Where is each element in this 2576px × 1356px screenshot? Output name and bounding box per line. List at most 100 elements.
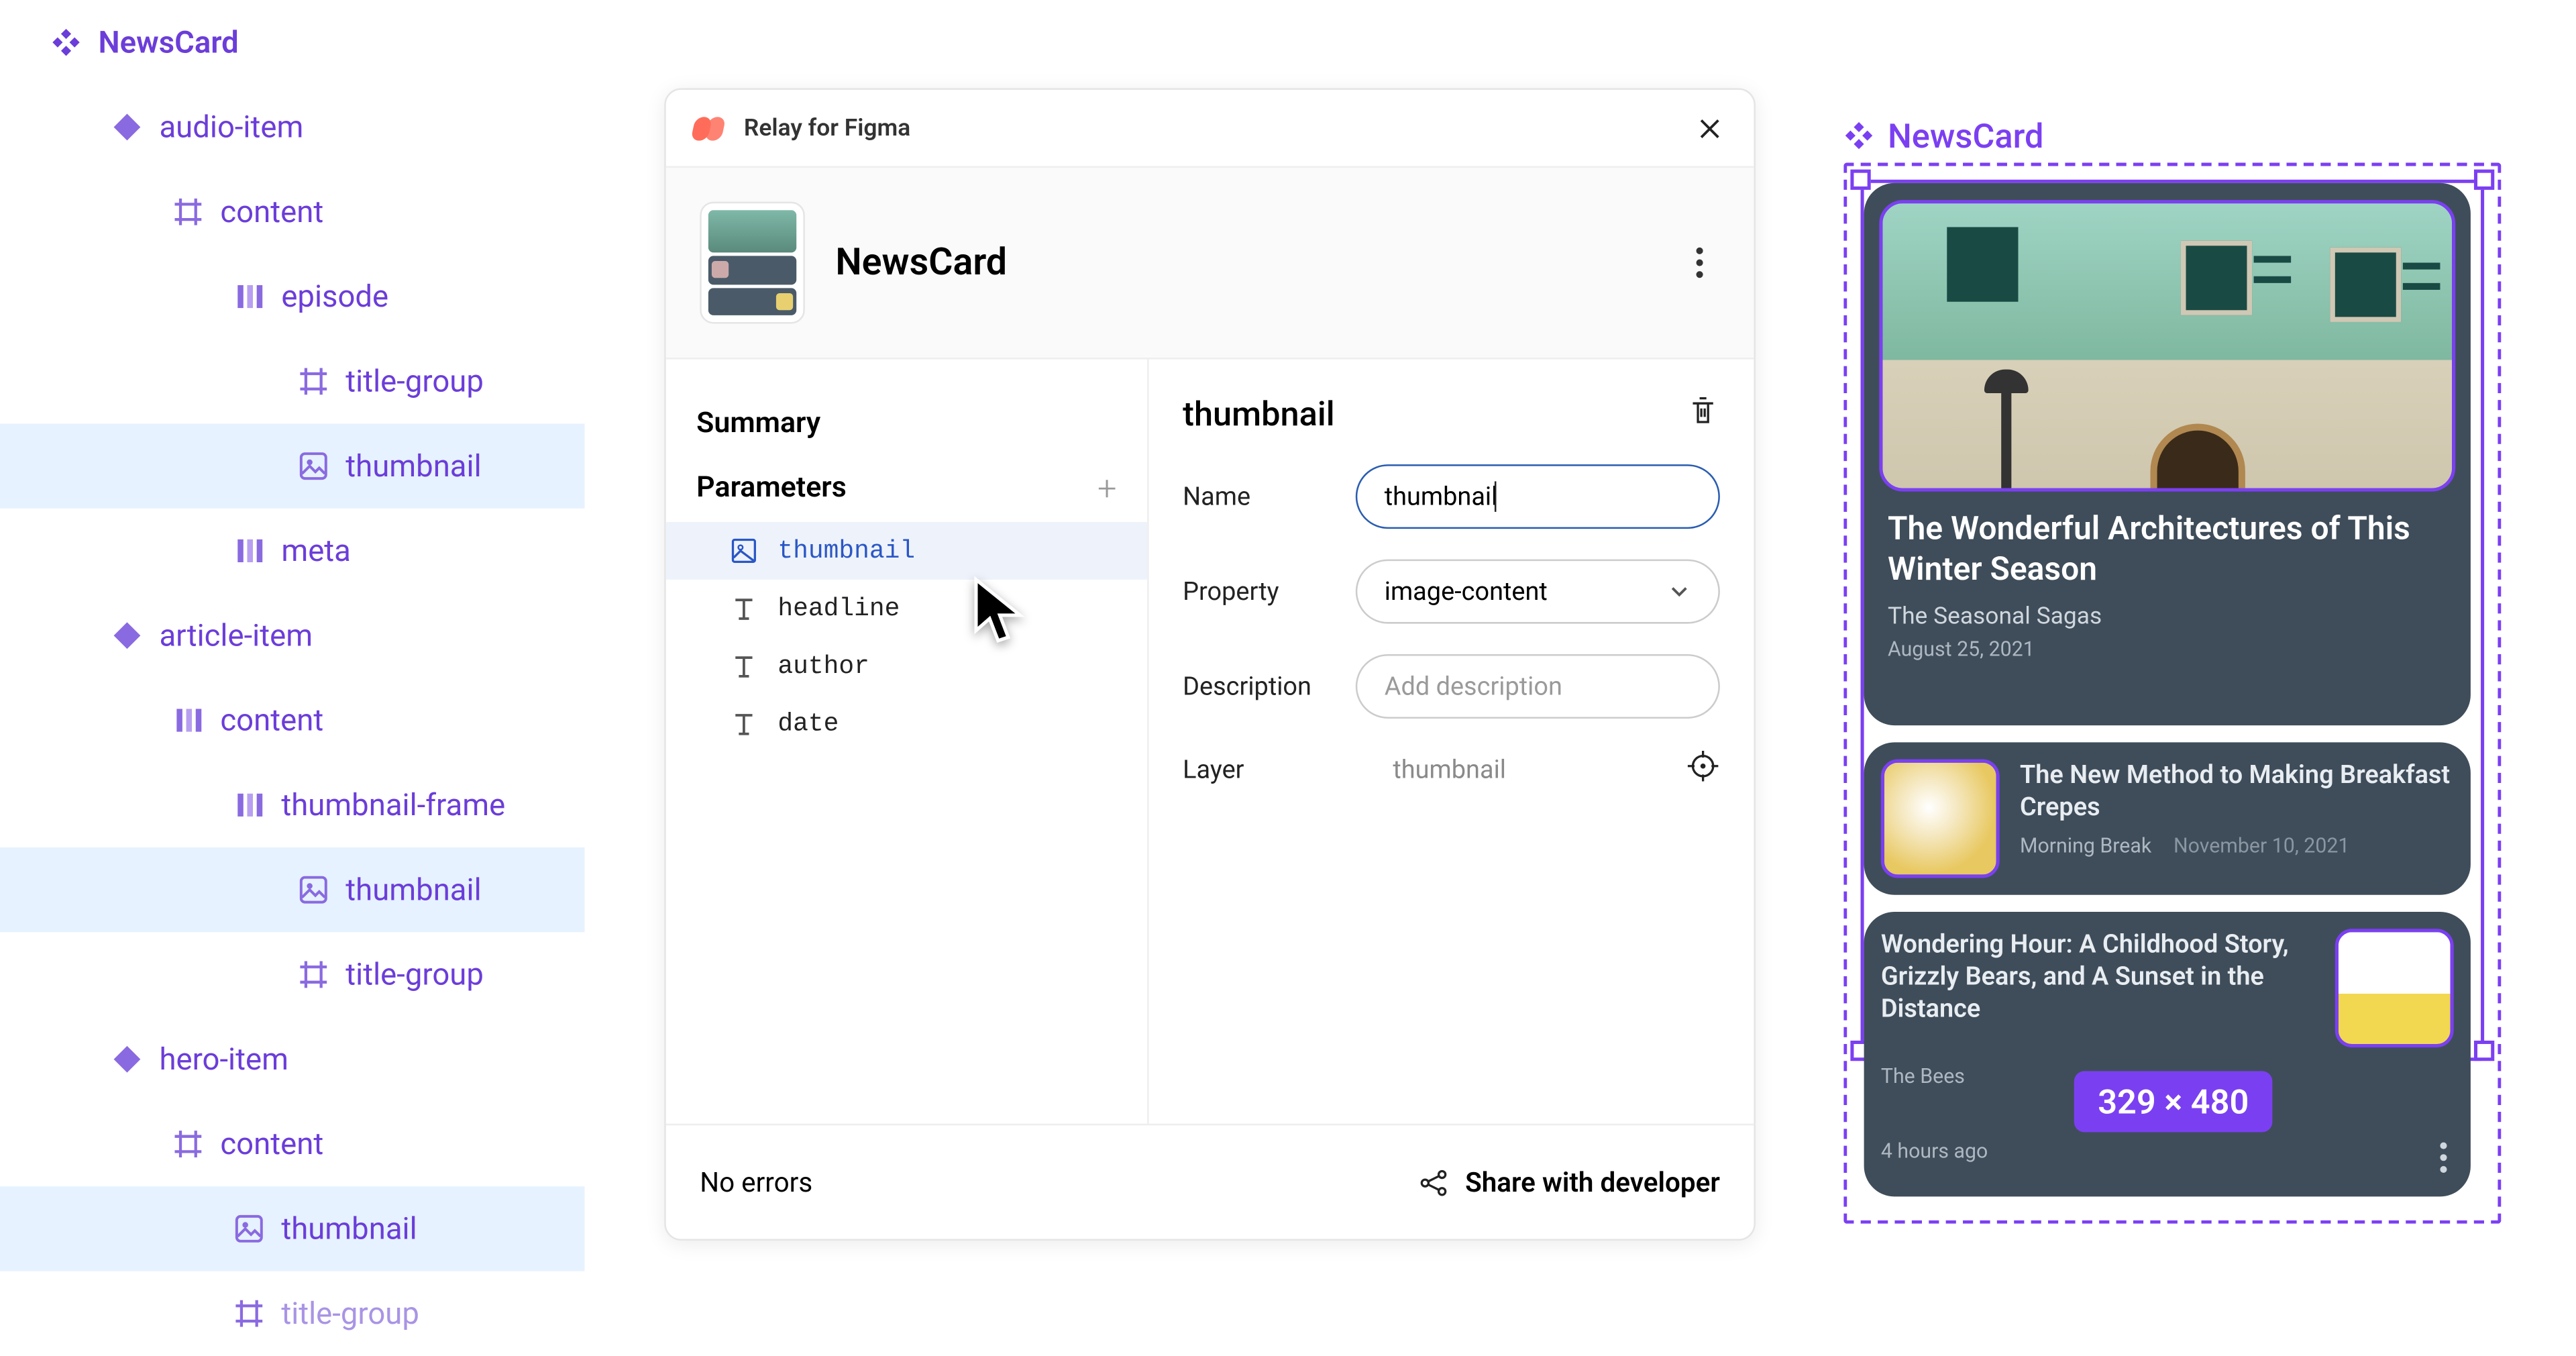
tree-root[interactable]: NewsCard <box>0 0 584 85</box>
param-date[interactable]: date <box>666 695 1147 753</box>
selection-dimensions: 329 × 480 <box>2074 1071 2273 1132</box>
tree-item-article-item[interactable]: article-item <box>0 593 584 678</box>
tree-item-episode[interactable]: episode <box>0 254 584 339</box>
diamond-icon <box>112 621 142 651</box>
parameter-heading: thumbnail <box>1183 393 1335 434</box>
tree-item-meta[interactable]: meta <box>0 509 584 593</box>
summary-tab[interactable]: Summary <box>666 393 1147 454</box>
card-more-button[interactable] <box>2440 1143 2447 1173</box>
component-icon <box>1843 120 1874 150</box>
article-author: Morning Break <box>2020 833 2151 857</box>
audio-headline: Wondering Hour: A Childhood Story, Grizz… <box>1881 929 2298 1024</box>
canvas-artboard: NewsCard The Wonderful Architectures of … <box>1843 115 2501 1224</box>
frame-icon <box>299 959 329 990</box>
share-button[interactable]: Share with developer <box>1417 1166 1720 1198</box>
panel-right-column: thumbnail Name thumbnail Property image-… <box>1149 360 1754 1124</box>
share-label: Share with developer <box>1465 1166 1720 1198</box>
frame-icon <box>173 1129 203 1159</box>
name-input-value: thumbnail <box>1385 481 1498 511</box>
tree-item-audio-item[interactable]: audio-item <box>0 85 584 169</box>
text-icon <box>731 710 757 737</box>
description-placeholder: Add description <box>1385 671 1562 701</box>
tree-item-title-group[interactable]: title-group <box>0 339 584 423</box>
dots-icon <box>234 535 264 566</box>
audio-card[interactable]: Wondering Hour: A Childhood Story, Grizz… <box>1864 912 2471 1196</box>
frame-icon <box>173 197 203 227</box>
image-icon <box>299 874 329 904</box>
tree-item-title-group[interactable]: title-group <box>0 1271 584 1356</box>
tree-item-content[interactable]: content <box>0 1102 584 1186</box>
name-label: Name <box>1183 481 1335 511</box>
tree-item-thumbnail[interactable]: thumbnail <box>0 424 584 509</box>
frame-icon <box>234 1298 264 1328</box>
name-input[interactable]: thumbnail <box>1356 464 1720 529</box>
param-author[interactable]: author <box>666 637 1147 695</box>
resize-handle-tl[interactable] <box>1850 170 1870 190</box>
tree-root-label: NewsCard <box>99 25 239 60</box>
image-icon <box>299 451 329 481</box>
audio-date: 4 hours ago <box>1881 1139 1988 1163</box>
artboard-frame[interactable]: The Wonderful Architectures of This Wint… <box>1843 162 2501 1223</box>
hero-date: August 25, 2021 <box>1888 637 2447 660</box>
article-thumbnail[interactable] <box>1881 760 2000 878</box>
param-thumbnail[interactable]: thumbnail <box>666 522 1147 580</box>
image-icon <box>731 537 757 564</box>
property-value: image-content <box>1385 576 1548 607</box>
delete-parameter-button[interactable] <box>1686 393 1720 434</box>
tree-item-thumbnail[interactable]: thumbnail <box>0 847 584 932</box>
text-icon <box>731 595 757 622</box>
text-icon <box>731 653 757 680</box>
property-select[interactable]: image-content <box>1356 560 1720 624</box>
error-status: No errors <box>700 1166 812 1198</box>
artboard-label[interactable]: NewsCard <box>1843 115 2501 156</box>
diamond-icon <box>112 1044 142 1074</box>
audio-author: The Bees <box>1881 1065 1965 1088</box>
panel-footer: No errors Share with developer <box>666 1124 1754 1239</box>
tree-item-thumbnail-frame[interactable]: thumbnail-frame <box>0 763 584 847</box>
resize-handle-br[interactable] <box>2474 1041 2494 1061</box>
component-thumbnail <box>700 202 805 324</box>
chevron-down-icon <box>1668 580 1691 603</box>
locate-layer-button[interactable] <box>1686 749 1720 790</box>
article-headline: The New Method to Making Breakfast Crepe… <box>2020 760 2454 823</box>
tree-item-title-group[interactable]: title-group <box>0 932 584 1016</box>
tree-item-thumbnail[interactable]: thumbnail <box>0 1186 584 1271</box>
share-icon <box>1417 1167 1448 1197</box>
article-date: November 10, 2021 <box>2174 833 2349 857</box>
close-button[interactable] <box>1693 111 1727 145</box>
component-header: NewsCard <box>666 168 1754 359</box>
tree-item-content[interactable]: content <box>0 678 584 762</box>
image-icon <box>234 1214 264 1244</box>
layer-label: Layer <box>1183 754 1335 784</box>
dots-icon <box>173 705 203 735</box>
article-card[interactable]: The New Method to Making Breakfast Crepe… <box>1864 742 2471 894</box>
resize-handle-tr[interactable] <box>2474 170 2494 190</box>
panel-left-column: Summary Parameters + thumbnailheadlineau… <box>666 360 1149 1124</box>
component-name: NewsCard <box>835 242 1007 284</box>
hero-headline: The Wonderful Architectures of This Wint… <box>1888 509 2447 589</box>
plugin-title: Relay for Figma <box>744 115 910 142</box>
panel-header: Relay for Figma <box>666 90 1754 168</box>
diamond-icon <box>112 112 142 142</box>
audio-thumbnail[interactable] <box>2335 929 2454 1047</box>
description-input[interactable]: Add description <box>1356 654 1720 719</box>
component-icon <box>51 27 81 57</box>
hero-card[interactable]: The Wonderful Architectures of This Wint… <box>1864 183 2471 725</box>
tree-item-content[interactable]: content <box>0 170 584 254</box>
hero-thumbnail[interactable] <box>1879 200 2455 491</box>
parameters-heading: Parameters <box>696 471 847 505</box>
layer-tree: NewsCard audio-itemcontentepisodetitle-g… <box>0 0 584 1328</box>
add-parameter-button[interactable]: + <box>1097 468 1117 509</box>
frame-icon <box>299 366 329 397</box>
hero-author: The Seasonal Sagas <box>1888 603 2447 629</box>
tree-item-hero-item[interactable]: hero-item <box>0 1017 584 1102</box>
description-label: Description <box>1183 671 1335 701</box>
property-label: Property <box>1183 576 1335 607</box>
relay-plugin-panel: Relay for Figma NewsCard Summary Paramet… <box>664 88 1756 1241</box>
layer-value: thumbnail <box>1393 754 1506 784</box>
more-button[interactable] <box>1679 248 1720 278</box>
param-headline[interactable]: headline <box>666 580 1147 637</box>
dots-icon <box>234 281 264 311</box>
relay-logo-icon <box>693 116 727 140</box>
dots-icon <box>234 790 264 820</box>
